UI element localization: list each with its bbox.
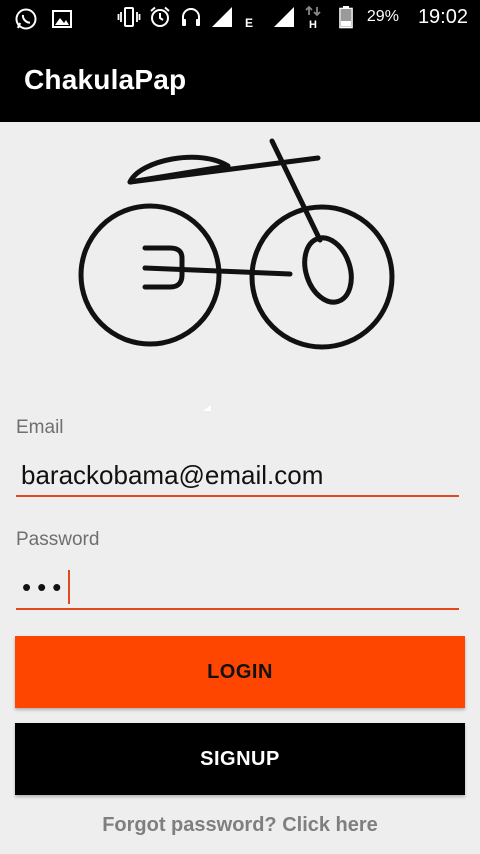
email-label: Email bbox=[16, 417, 64, 438]
vibrate-icon bbox=[117, 5, 141, 29]
login-button[interactable]: LOGIN bbox=[15, 636, 465, 708]
app-bar: ChakulaPap bbox=[0, 38, 480, 122]
password-label: Password bbox=[16, 529, 100, 550]
forgot-password-link[interactable]: Forgot password? Click here bbox=[0, 814, 480, 837]
password-field[interactable] bbox=[16, 566, 459, 610]
battery-percent: 29% bbox=[366, 8, 399, 25]
app-title: ChakulaPap bbox=[24, 64, 187, 95]
bicycle-fork-logo bbox=[70, 130, 410, 360]
signal-icon-2 bbox=[272, 5, 296, 29]
headset-icon bbox=[179, 5, 203, 29]
text-cursor bbox=[68, 570, 70, 604]
speck-mark bbox=[203, 405, 211, 411]
signal-icon bbox=[210, 5, 234, 29]
clock: 19:02 bbox=[417, 5, 468, 28]
status-bar: E H 29% 19:02 bbox=[0, 0, 480, 38]
hplus-network-label: H bbox=[309, 19, 317, 29]
signup-button[interactable]: SIGNUP bbox=[15, 723, 465, 795]
edge-network-icon: E bbox=[241, 5, 265, 29]
email-field[interactable] bbox=[16, 455, 459, 497]
alarm-icon bbox=[148, 5, 172, 29]
gallery-icon bbox=[50, 7, 74, 31]
edge-network-label: E bbox=[245, 16, 253, 29]
whatsapp-icon bbox=[14, 7, 38, 31]
battery-icon bbox=[334, 5, 358, 29]
hplus-network-icon: H bbox=[303, 5, 327, 29]
